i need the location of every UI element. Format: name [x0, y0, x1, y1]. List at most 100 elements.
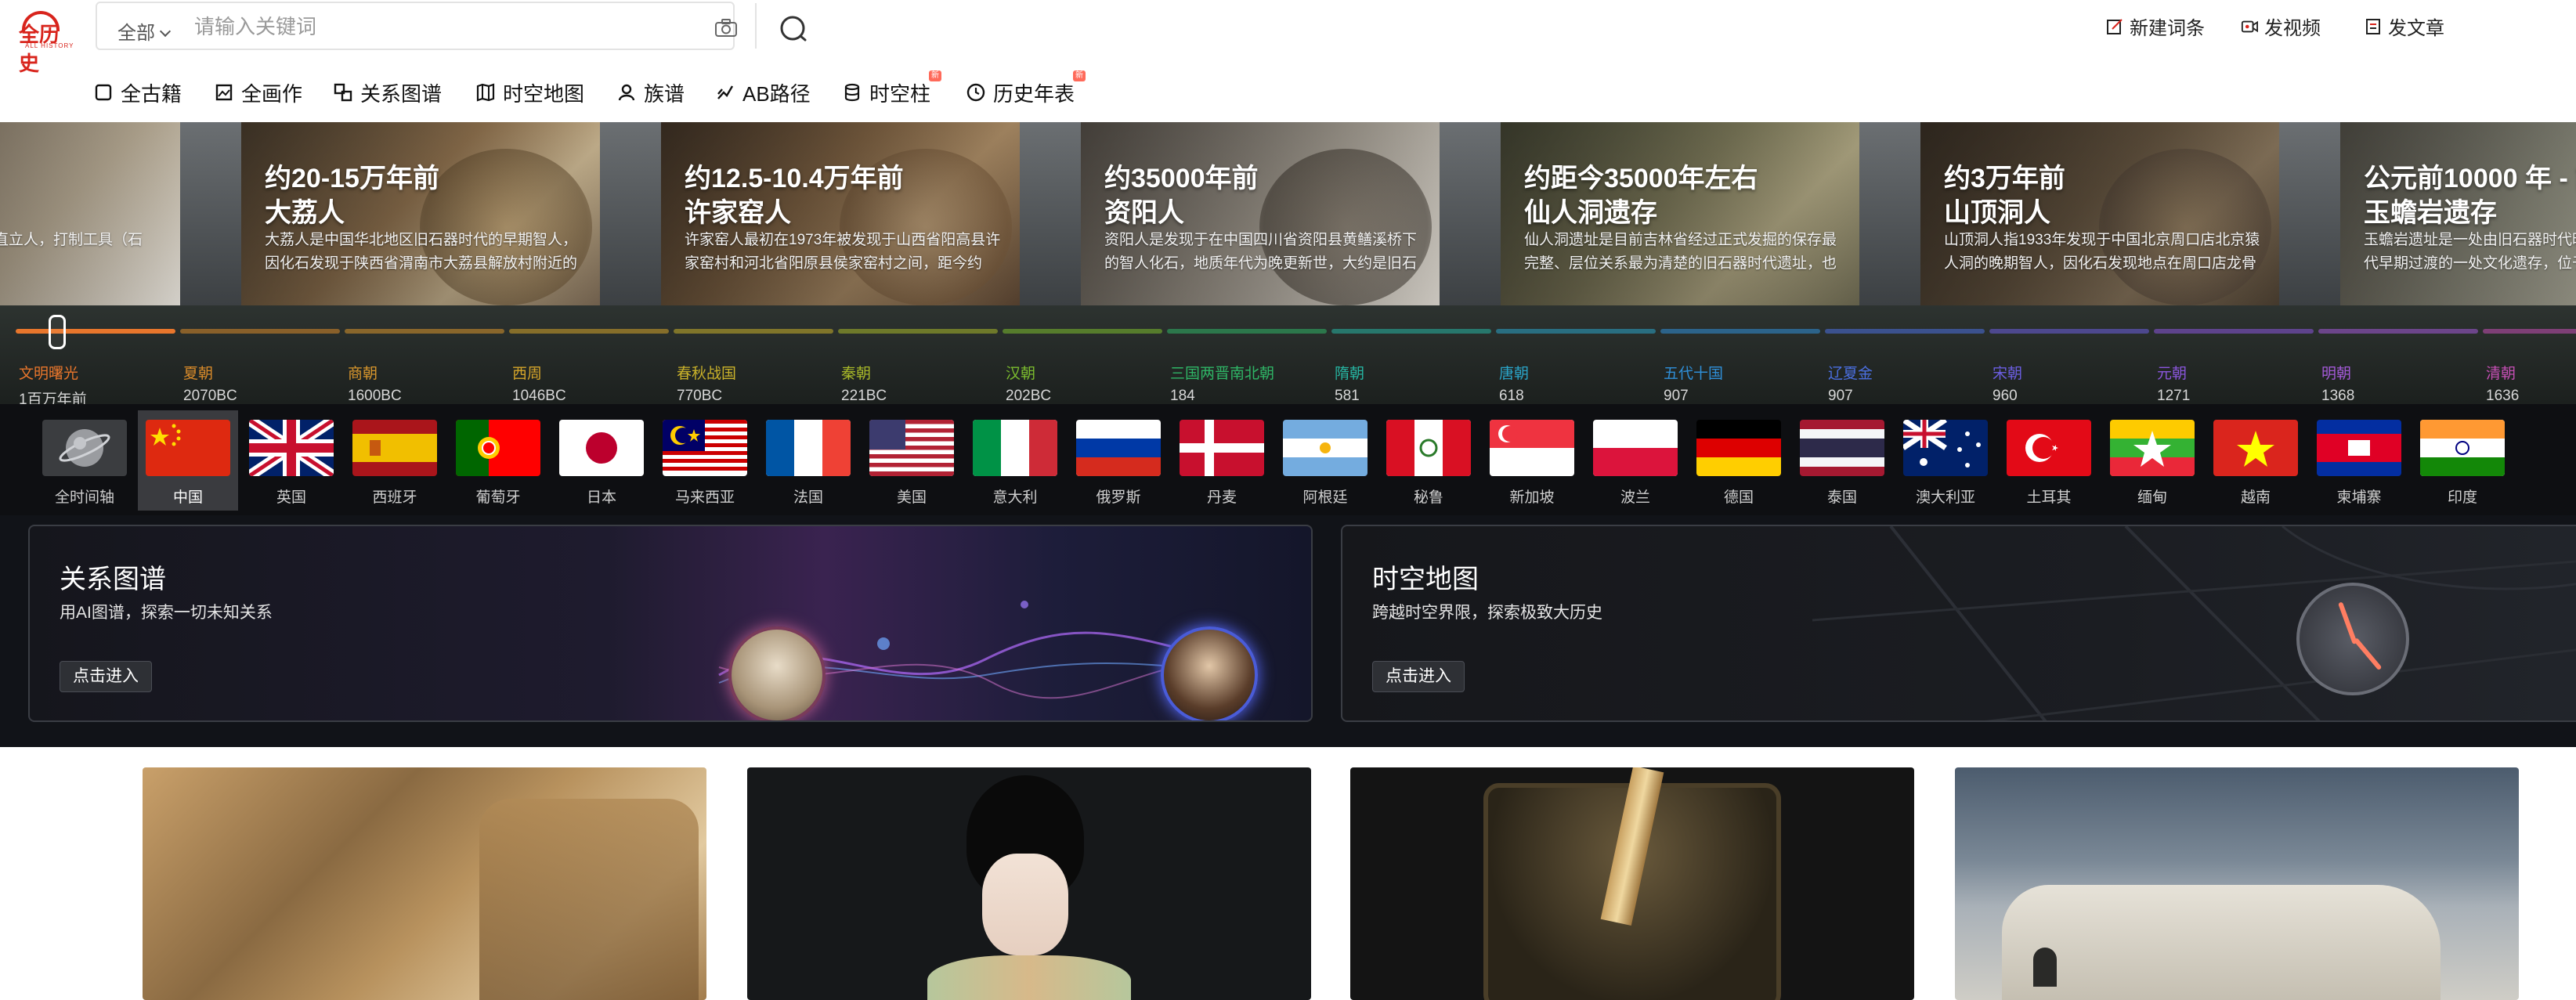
- enter-relation-graph-button[interactable]: 点击进入: [60, 661, 152, 692]
- camera-icon[interactable]: [714, 19, 738, 38]
- country-flag-in[interactable]: 印度: [2412, 410, 2513, 511]
- featured-card[interactable]: [1350, 767, 1914, 1000]
- timeline-era[interactable]: 五代十国 907: [1664, 362, 1723, 405]
- timeline-era[interactable]: 三国两晋南北朝 184: [1170, 362, 1274, 405]
- country-flag-my[interactable]: 马来西亚: [655, 410, 755, 511]
- timeline-era[interactable]: 商朝 1600BC: [348, 362, 402, 405]
- era-name: 三国两晋南北朝: [1170, 366, 1275, 382]
- timeline-segment[interactable]: [838, 329, 998, 334]
- timeline-era[interactable]: 文明曙光 1百万年前: [19, 362, 87, 409]
- country-flag-jp[interactable]: 日本: [551, 410, 652, 511]
- nav-item-spacetime-map[interactable]: 时空地图: [476, 77, 584, 108]
- country-flag-de[interactable]: 德国: [1689, 410, 1789, 511]
- country-flag-th[interactable]: 泰国: [1792, 410, 1892, 511]
- event-desc: 玉蟾岩遗址是一处由旧石器时代晚期向新石器时代早期过渡的一处文化遗存，位于: [2364, 232, 2576, 272]
- timeline-segment[interactable]: [2154, 329, 2314, 334]
- header-actions: 新建词条 发视频 发文章: [2106, 13, 2576, 41]
- nav-item-ab-path[interactable]: AB路径: [716, 77, 811, 108]
- event-card[interactable]: 约12.5-10.4万年前 许家窑人 许家窑人最初在1973年被发现于山西省阳高…: [661, 122, 1020, 305]
- country-flag-pe[interactable]: 秘鲁: [1378, 410, 1479, 511]
- country-flag-cn[interactable]: 中国: [138, 410, 238, 511]
- event-card[interactable]: 约距今35000年左右 仙人洞遗存 仙人洞遗址是目前吉林省经过正式发掘的保存最完…: [1501, 122, 1859, 305]
- timeline-segment[interactable]: [509, 329, 669, 334]
- flag-icon: [973, 420, 1057, 476]
- site-logo[interactable]: 全历史 ALL HISTORY: [14, 6, 77, 75]
- featured-card[interactable]: [1955, 767, 2519, 1000]
- country-flag-pl[interactable]: 波兰: [1585, 410, 1685, 511]
- country-flag-mm[interactable]: 缅甸: [2102, 410, 2202, 511]
- timeline-segment[interactable]: [2483, 329, 2576, 334]
- relation-graph-panel[interactable]: 关系图谱 用AI图谱，探索一切未知关系 点击进入: [28, 525, 1313, 722]
- nav-item-paintings[interactable]: 全画作: [215, 77, 302, 108]
- post-video-link[interactable]: 发视频: [2241, 13, 2321, 40]
- timeline-segment[interactable]: [1331, 329, 1491, 334]
- country-flag-gb[interactable]: 英国: [241, 410, 341, 511]
- nav-label: 族谱: [644, 81, 685, 106]
- country-flag-au[interactable]: 澳大利亚: [1895, 410, 1996, 511]
- country-flag-globe[interactable]: 全时间轴: [34, 410, 135, 511]
- featured-card[interactable]: [747, 767, 1311, 1000]
- country-flag-es[interactable]: 西班牙: [345, 410, 445, 511]
- timeline-slider-handle[interactable]: [49, 315, 66, 349]
- nav-item-relation-graph[interactable]: 关系图谱: [334, 77, 442, 108]
- event-card[interactable]: 约35000年前 资阳人 资阳人是发现于在中国四川省资阳县黄鳝溪桥下的智人化石，…: [1081, 122, 1440, 305]
- new-entry-link[interactable]: 新建词条: [2106, 13, 2205, 40]
- timeline-segment[interactable]: [1167, 329, 1327, 334]
- timeline-segment[interactable]: [1825, 329, 1985, 334]
- flag-icon: [2317, 420, 2401, 476]
- spacetime-map-panel[interactable]: 时空地图 跨越时空界限，探索极致大历史 点击进入: [1341, 525, 2576, 722]
- country-flag-ar[interactable]: 阿根廷: [1275, 410, 1375, 511]
- country-flag-dk[interactable]: 丹麦: [1172, 410, 1272, 511]
- enter-spacetime-map-button[interactable]: 点击进入: [1372, 661, 1465, 692]
- timeline-segment[interactable]: [1496, 329, 1656, 334]
- timeline-era[interactable]: 汉朝 202BC: [1006, 362, 1051, 405]
- country-flag-pt[interactable]: 葡萄牙: [448, 410, 548, 511]
- era-year: 907: [1828, 388, 1853, 404]
- country-flag-it[interactable]: 意大利: [965, 410, 1065, 511]
- search-scope-select[interactable]: 全部: [117, 17, 172, 45]
- timeline-era[interactable]: 宋朝 960: [1993, 362, 2022, 405]
- timeline-era[interactable]: 西周 1046BC: [512, 362, 566, 405]
- country-flag-sg[interactable]: 新加坡: [1482, 410, 1582, 511]
- country-flag-kh[interactable]: 柬埔寨: [2309, 410, 2409, 511]
- nav-item-spacetime-pillar[interactable]: 时空柱新: [843, 70, 942, 108]
- event-card[interactable]: 约20-15万年前 大荔人 大荔人是中国华北地区旧石器时代的早期智人，因化石发现…: [241, 122, 600, 305]
- timeline-segment[interactable]: [674, 329, 833, 334]
- search-icon[interactable]: [779, 14, 810, 42]
- timeline-segment[interactable]: [1003, 329, 1162, 334]
- featured-card[interactable]: [143, 767, 706, 1000]
- timeline-segment[interactable]: [1660, 329, 1820, 334]
- timeline-era[interactable]: 元朝 1271: [2157, 362, 2190, 405]
- timeline-era[interactable]: 春秋战国 770BC: [677, 362, 736, 405]
- country-flag-ru[interactable]: 俄罗斯: [1068, 410, 1169, 511]
- post-article-link[interactable]: 发文章: [2365, 13, 2444, 40]
- card-image-shape: [2033, 948, 2057, 987]
- timeline-segment[interactable]: [1989, 329, 2149, 334]
- card-image-shape: [2002, 885, 2441, 1000]
- timeline-segment[interactable]: [180, 329, 340, 334]
- event-card[interactable]: 约3万年前 山顶洞人 山顶洞人指1933年发现于中国北京周口店北京猿人洞的晚期智…: [1920, 122, 2279, 305]
- timeline-segment[interactable]: [345, 329, 504, 334]
- timeline-era[interactable]: 唐朝 618: [1499, 362, 1529, 405]
- timeline-segment[interactable]: [2318, 329, 2478, 334]
- country-flag-us[interactable]: 美国: [862, 410, 962, 511]
- search-input[interactable]: [194, 11, 695, 42]
- event-card[interactable]: 年前 京周口店的猿人，属于直立人，打制工具（石器）。: [0, 122, 180, 305]
- event-card[interactable]: 公元前10000 年 - 前 玉蟾岩遗存 玉蟾岩遗址是一处由旧石器时代晚期向新石…: [2340, 122, 2576, 305]
- nav-item-ancient-books[interactable]: 全古籍: [94, 77, 182, 108]
- nav-item-history-chronology[interactable]: 历史年表新: [966, 70, 1086, 108]
- country-flag-fr[interactable]: 法国: [758, 410, 858, 511]
- timeline-era[interactable]: 秦朝 221BC: [841, 362, 887, 405]
- timeline-era[interactable]: 明朝 1368: [2321, 362, 2354, 405]
- timeline-era[interactable]: 辽夏金 907: [1828, 362, 1873, 405]
- country-flag-tr[interactable]: 土耳其: [1999, 410, 2099, 511]
- timeline-era[interactable]: 隋朝 581: [1335, 362, 1364, 405]
- timeline-segment[interactable]: [16, 329, 175, 334]
- timeline-track[interactable]: [16, 329, 2576, 334]
- card-image-shape: [982, 854, 1068, 955]
- nav-item-genealogy[interactable]: 族谱: [617, 77, 685, 108]
- timeline-era[interactable]: 清朝 1636: [2486, 362, 2519, 405]
- timeline-era[interactable]: 夏朝 2070BC: [183, 362, 237, 405]
- nav-label: 时空柱: [869, 81, 931, 106]
- country-flag-vn[interactable]: 越南: [2206, 410, 2306, 511]
